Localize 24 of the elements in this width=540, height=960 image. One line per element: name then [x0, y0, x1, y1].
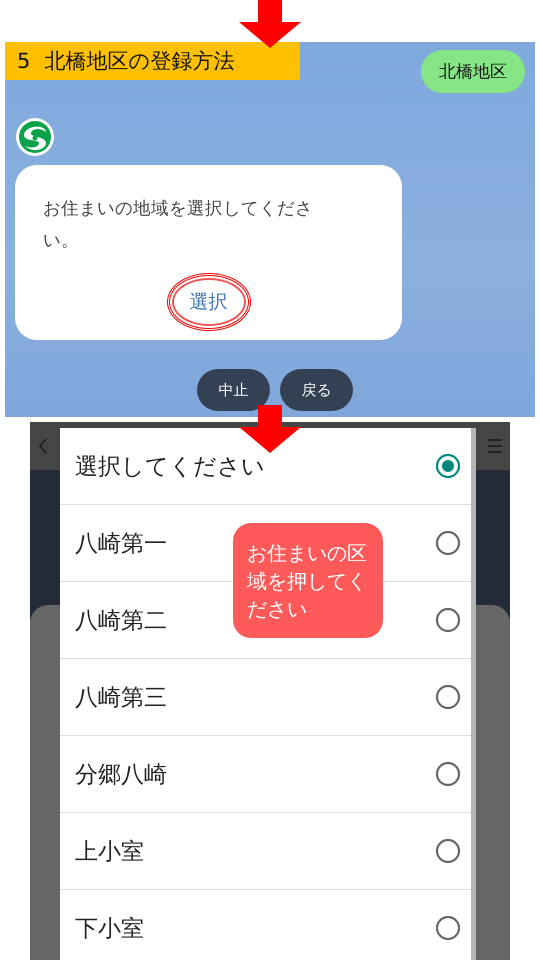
quick-reply-button[interactable]: 戻る [280, 369, 353, 411]
radio-button[interactable] [435, 838, 461, 864]
bot-message: お住まいの地域を選択してください。 [43, 198, 314, 253]
select-button[interactable]: 選択 [166, 273, 250, 331]
picker-option[interactable]: 八崎第三 [60, 659, 471, 736]
radio-button[interactable] [435, 761, 461, 787]
radio-button[interactable] [435, 607, 461, 633]
logo-icon [15, 117, 55, 157]
picker-option[interactable]: 下小室 [60, 890, 471, 960]
quick-reply-button[interactable]: 中止 [197, 369, 270, 411]
picker-option[interactable]: 上小室 [60, 813, 471, 890]
radio-button[interactable] [435, 453, 461, 479]
arrow-icon [239, 405, 301, 453]
radio-button[interactable] [435, 915, 461, 941]
radio-button[interactable] [435, 530, 461, 556]
page-title: 北橋地区の登録方法 [44, 48, 234, 75]
callout-text: お住まいの区域を押してください [247, 540, 368, 622]
radio-button[interactable] [435, 684, 461, 710]
picker-option[interactable]: 分郷八崎 [60, 736, 471, 813]
step-number: 5 [17, 49, 30, 73]
user-message: 北橋地区 [421, 50, 525, 93]
menu-icon [488, 438, 502, 454]
arrow-icon [239, 0, 301, 48]
back-icon [38, 437, 48, 455]
